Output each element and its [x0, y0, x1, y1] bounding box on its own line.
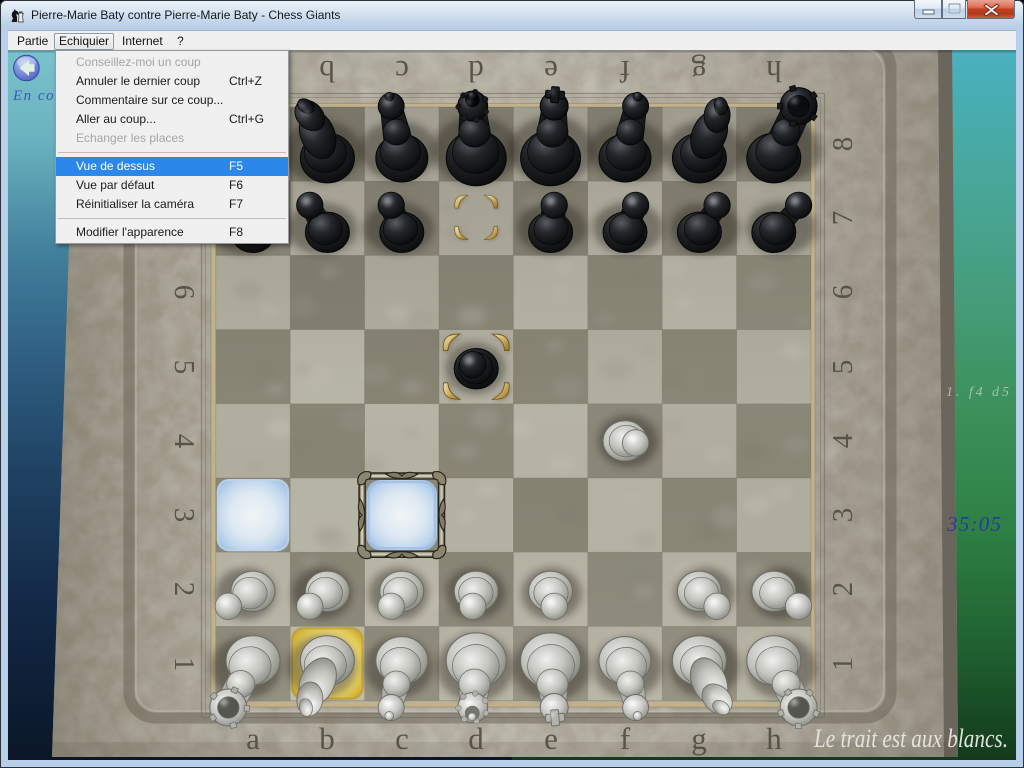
- svg-text:c: c: [395, 54, 409, 89]
- svg-text:4: 4: [168, 434, 200, 449]
- svg-text:4: 4: [827, 433, 859, 448]
- svg-text:a: a: [246, 721, 260, 756]
- svg-text:1: 1: [168, 657, 200, 672]
- svg-text:b: b: [319, 54, 335, 89]
- svg-text:c: c: [395, 721, 409, 756]
- svg-text:b: b: [319, 721, 335, 756]
- svg-text:7: 7: [827, 211, 859, 226]
- svg-text:f: f: [620, 721, 631, 756]
- svg-text:g: g: [691, 54, 707, 89]
- svg-text:g: g: [691, 721, 707, 756]
- svg-text:d: d: [468, 721, 484, 756]
- svg-text:2: 2: [168, 582, 200, 597]
- svg-text:Le trait est aux blancs.: Le trait est aux blancs.: [813, 724, 1008, 753]
- svg-text:h: h: [766, 721, 782, 756]
- svg-text:3: 3: [168, 508, 200, 523]
- svg-text:6: 6: [827, 285, 859, 300]
- svg-text:2: 2: [827, 582, 859, 597]
- svg-text:d: d: [468, 54, 484, 89]
- svg-text:h: h: [766, 54, 782, 89]
- svg-text:8: 8: [827, 137, 859, 152]
- svg-text:35:05: 35:05: [946, 512, 1001, 536]
- svg-text:e: e: [544, 721, 558, 756]
- svg-text:3: 3: [827, 508, 859, 523]
- svg-text:1: 1: [827, 657, 859, 672]
- svg-text:f: f: [619, 54, 630, 89]
- svg-text:6: 6: [168, 285, 200, 300]
- svg-text:e: e: [544, 54, 558, 89]
- svg-text:5: 5: [827, 360, 859, 375]
- svg-text:5: 5: [168, 360, 200, 375]
